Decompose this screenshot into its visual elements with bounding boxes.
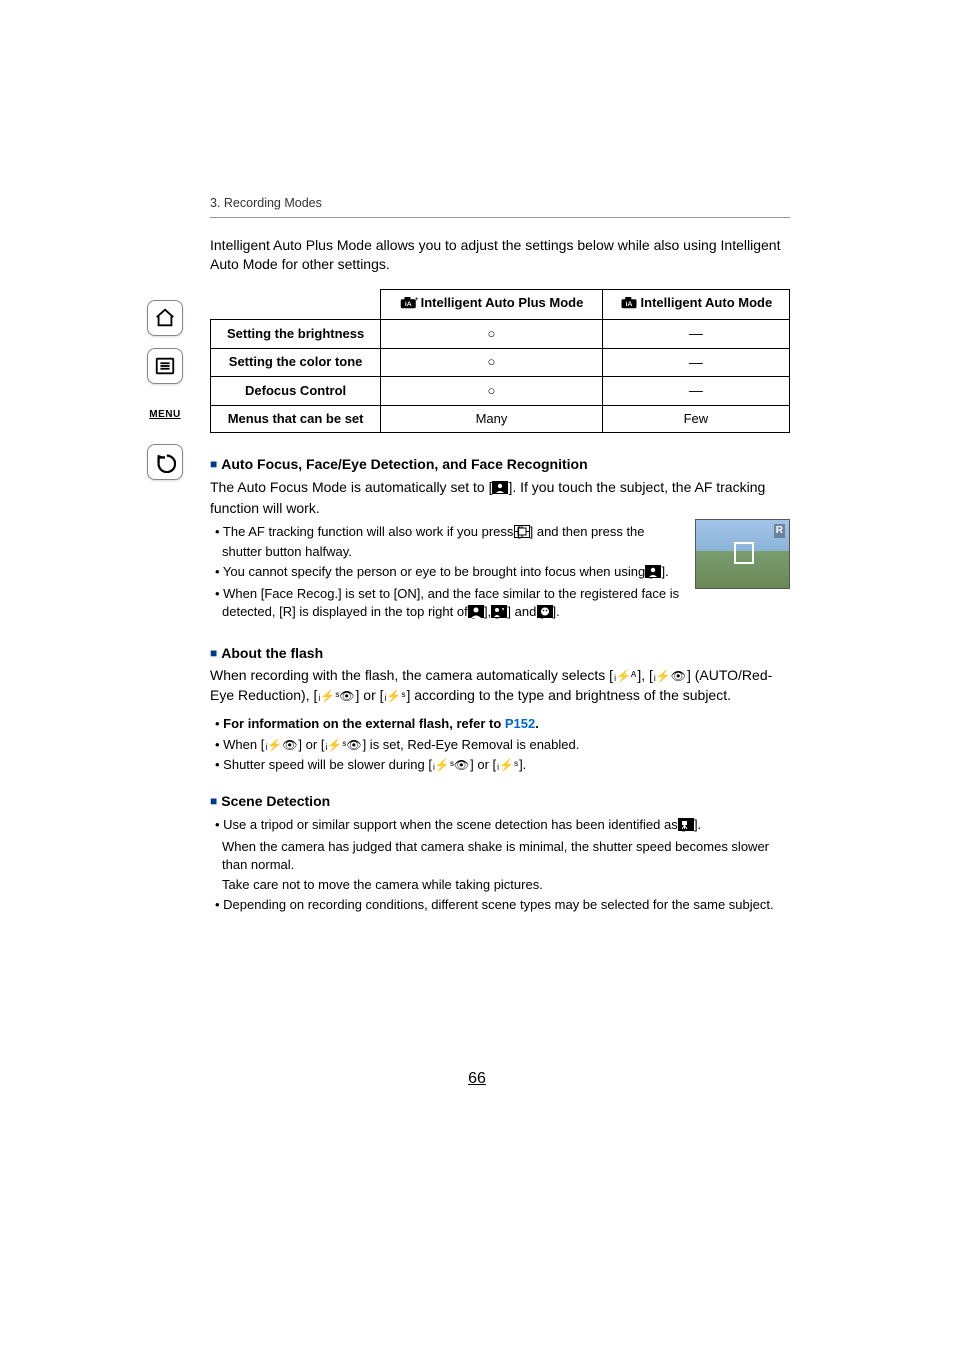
flash-slow-icon: ᵢ⚡ˢ (385, 689, 406, 703)
ia-plus-icon: iA + (400, 296, 418, 310)
list-item: • For information on the external flash,… (210, 715, 790, 733)
intro-paragraph: Intelligent Auto Plus Mode allows you to… (210, 236, 790, 275)
home-icon (154, 307, 176, 329)
section-heading: ■Scene Detection (210, 792, 790, 812)
sidebar-nav: MENU (140, 300, 190, 480)
table-row: Menus that can be set Many Few (211, 405, 790, 432)
section-flash: ■About the flash When recording with the… (210, 644, 790, 774)
baby-icon (544, 605, 553, 623)
face-frame (734, 542, 754, 564)
back-button[interactable] (147, 444, 183, 480)
cell: — (602, 348, 789, 377)
cell: ○ (381, 319, 603, 348)
toc-button[interactable] (147, 348, 183, 384)
flash-slow-redeye-icon: ᵢ⚡ˢ👁 (325, 738, 361, 752)
table-row: Setting the color tone ○ — (211, 348, 790, 377)
flash-slow-redeye-icon: ᵢ⚡ˢ👁 (433, 758, 469, 772)
col-header-plus: iA+ Intelligent Auto Plus Mode (381, 289, 603, 319)
flash-redeye-icon: ᵢ⚡👁 (654, 669, 686, 683)
table-row: Defocus Control ○ — (211, 377, 790, 406)
section-heading: ■Auto Focus, Face/Eye Detection, and Fac… (210, 455, 790, 475)
list-item: • Depending on recording conditions, dif… (210, 896, 790, 914)
r-indicator: R (774, 524, 785, 538)
flash-bullets: • For information on the external flash,… (210, 715, 790, 774)
row-label: Menus that can be set (211, 405, 381, 432)
table-row: Setting the brightness ○ — (211, 319, 790, 348)
af-track-icon (521, 525, 530, 543)
list-item: • Use a tripod or similar support when t… (210, 816, 790, 836)
list-item: • When [ᵢ⚡👁] or [ᵢ⚡ˢ👁] is set, Red-Eye R… (210, 736, 790, 754)
scene-bullets: • Use a tripod or similar support when t… (210, 816, 790, 915)
section-autofocus: ■Auto Focus, Face/Eye Detection, and Fac… (210, 455, 790, 626)
square-bullet-icon: ■ (210, 646, 217, 660)
face-recognition-thumbnail: R (695, 519, 790, 589)
back-icon (154, 451, 176, 473)
page-number: 66 (0, 1070, 954, 1088)
cell: Many (381, 405, 603, 432)
page-link-p152[interactable]: P152 (505, 716, 535, 731)
ia-icon: iA (620, 296, 638, 310)
svg-text:iA: iA (404, 301, 411, 308)
svg-text:+: + (415, 297, 418, 303)
flash-body: When recording with the flash, the camer… (210, 666, 790, 705)
row-label: Setting the color tone (211, 348, 381, 377)
cell: — (602, 319, 789, 348)
divider (210, 217, 790, 218)
square-bullet-icon: ■ (210, 794, 217, 808)
cell: — (602, 377, 789, 406)
col-header-auto: iA Intelligent Auto Mode (602, 289, 789, 319)
tripod-scene-icon (685, 818, 694, 836)
row-label: Setting the brightness (211, 319, 381, 348)
list-item-cont: Take care not to move the camera while t… (210, 876, 790, 894)
cell: ○ (381, 377, 603, 406)
flash-slow-redeye-icon: ᵢ⚡ˢ👁 (318, 689, 354, 703)
cell: Few (602, 405, 789, 432)
list-item: • When [Face Recog.] is set to [ON], and… (210, 585, 685, 623)
af-bullets: • The AF tracking function will also wor… (210, 523, 685, 624)
menu-button[interactable]: MENU (147, 396, 183, 432)
list-item: • Shutter speed will be slower during [ᵢ… (210, 756, 790, 774)
svg-text:iA: iA (625, 301, 632, 308)
menu-label: MENU (149, 409, 180, 420)
list-icon (154, 355, 176, 377)
home-button[interactable] (147, 300, 183, 336)
mode-comparison-table: iA+ Intelligent Auto Plus Mode iA Intell… (210, 289, 790, 433)
table-header-row: iA+ Intelligent Auto Plus Mode iA Intell… (211, 289, 790, 319)
flash-slow-icon: ᵢ⚡ˢ (497, 758, 518, 772)
flash-auto-icon: ᵢ⚡ᴬ (614, 669, 636, 683)
page-content: 3. Recording Modes Intelligent Auto Plus… (210, 195, 790, 933)
row-label: Defocus Control (211, 377, 381, 406)
list-item-cont: When the camera has judged that camera s… (210, 838, 790, 874)
cell: ○ (381, 348, 603, 377)
list-item: • You cannot specify the person or eye t… (210, 563, 685, 583)
flash-redeye-icon: ᵢ⚡👁 (265, 738, 297, 752)
list-item: • The AF tracking function will also wor… (210, 523, 685, 561)
square-bullet-icon: ■ (210, 457, 217, 471)
section-scene: ■Scene Detection • Use a tripod or simil… (210, 792, 790, 915)
af-body: The Auto Focus Mode is automatically set… (210, 478, 790, 519)
portrait-icon (475, 605, 484, 623)
face-detect-icon (492, 480, 508, 500)
breadcrumb: 3. Recording Modes (210, 195, 790, 213)
section-heading: ■About the flash (210, 644, 790, 664)
